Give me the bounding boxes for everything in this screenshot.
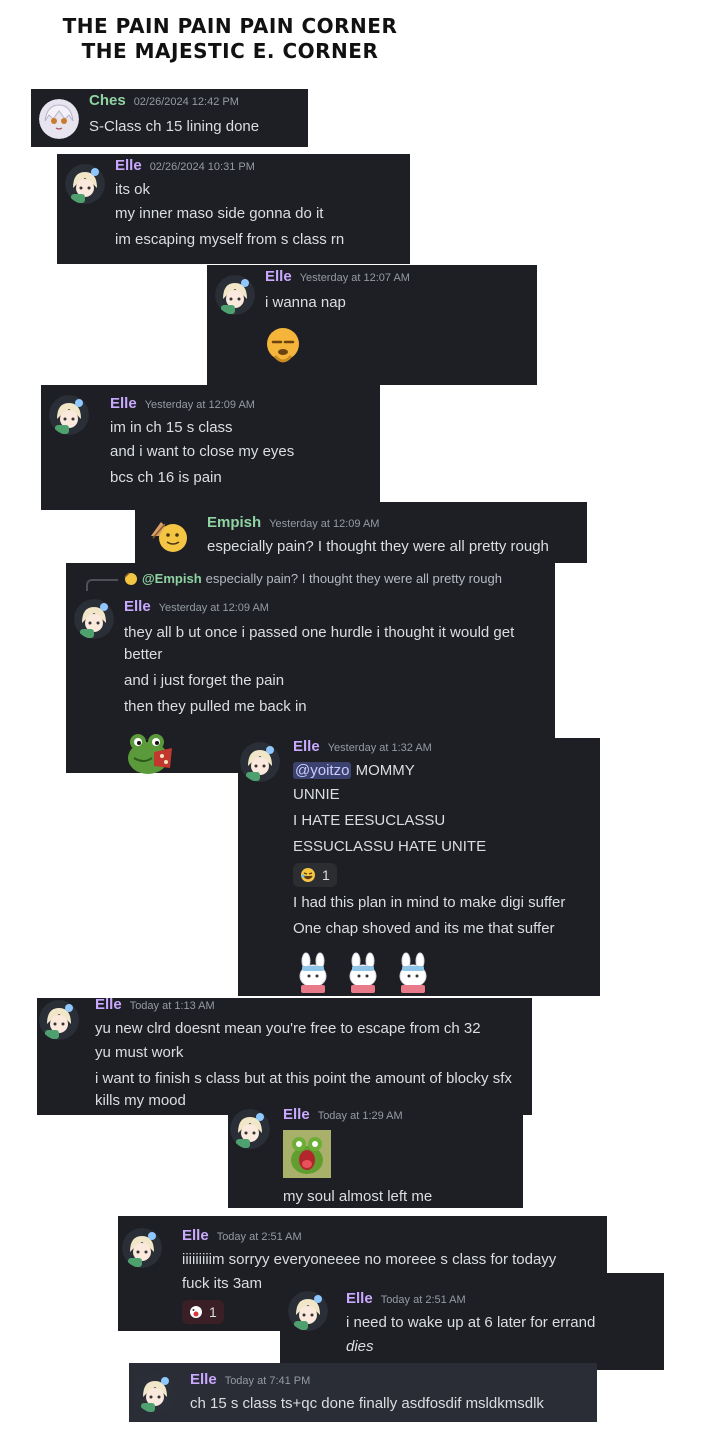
author-name[interactable]: Elle xyxy=(110,395,137,412)
bunny-sticker xyxy=(399,952,427,993)
message-line: iiiiiiiiim sorryy everyoneeee no moreee … xyxy=(182,1251,557,1268)
avatar-ches[interactable] xyxy=(39,99,79,139)
timestamp: Yesterday at 12:07 AM xyxy=(299,272,410,284)
blushing-face-icon xyxy=(190,1306,202,1318)
message-elle: Elle Yesterday at 1:32 AM @yoitzo MOMMY U… xyxy=(238,738,600,996)
message-line: my inner maso side gonna do it xyxy=(115,205,324,222)
reaction-count: 1 xyxy=(322,867,330,883)
message-elle: Elle Today at 7:41 PM ch 15 s class ts+qc… xyxy=(129,1363,597,1422)
author-name[interactable]: Elle xyxy=(265,268,292,285)
message-line: im in ch 15 s class xyxy=(110,419,233,436)
avatar-empish[interactable] xyxy=(149,514,189,554)
timestamp: Today at 2:51 AM xyxy=(380,1294,466,1306)
timestamp: Yesterday at 12:09 AM xyxy=(144,399,255,411)
message-line: i wanna nap xyxy=(265,294,346,311)
reply-connector xyxy=(86,579,118,591)
message-line: and i want to close my eyes xyxy=(110,443,295,460)
avatar-elle[interactable] xyxy=(240,742,280,782)
timestamp: Yesterday at 12:09 AM xyxy=(158,602,269,614)
message-elle: Elle 02/26/2024 10:31 PM its ok my inner … xyxy=(57,154,410,264)
message-line: dies xyxy=(346,1338,374,1355)
page-header: THE PAIN PAIN PAIN CORNER THE MAJESTIC E… xyxy=(60,14,400,64)
message-line: bcs ch 16 is pain xyxy=(110,469,222,486)
sleepy-face-emoji xyxy=(265,326,529,370)
empish-mini-avatar-icon xyxy=(124,571,137,585)
reaction-button[interactable]: 1 xyxy=(182,1300,224,1324)
avatar-elle[interactable] xyxy=(135,1373,175,1413)
message-line: its ok xyxy=(115,181,151,198)
avatar-elle[interactable] xyxy=(65,164,105,204)
message-line: UNNIE xyxy=(293,786,340,803)
message-line: ESSUCLASSU HATE UNITE xyxy=(293,838,487,855)
message-elle: Elle Yesterday at 12:09 AM im in ch 15 s … xyxy=(41,385,380,510)
avatar-elle[interactable] xyxy=(39,1000,79,1040)
author-name[interactable]: Elle xyxy=(124,598,151,615)
message-line: especially pain? I thought they were all… xyxy=(207,538,549,555)
rolling-laugh-icon xyxy=(301,868,315,882)
message-line: they all b ut once i passed one hurdle i… xyxy=(124,624,515,663)
reaction-button[interactable]: 1 xyxy=(293,863,337,887)
message-line: my soul almost left me xyxy=(283,1188,433,1205)
author-name[interactable]: Ches xyxy=(89,92,126,109)
avatar-elle[interactable] xyxy=(122,1228,162,1268)
avatar-elle[interactable] xyxy=(49,395,89,435)
timestamp: Today at 1:13 AM xyxy=(129,1000,215,1012)
message-line: i need to wake up at 6 later for errand xyxy=(346,1314,596,1331)
message-line: ch 15 s class ts+qc done finally asdfosd… xyxy=(190,1395,544,1412)
timestamp: Today at 7:41 PM xyxy=(224,1375,311,1387)
message-ches: Ches 02/26/2024 12:42 PM S-Class ch 15 li… xyxy=(31,89,308,147)
reply-text: especially pain? I thought they were all… xyxy=(205,571,502,586)
header-line-1: THE PAIN PAIN PAIN CORNER xyxy=(62,14,398,38)
reaction-count: 1 xyxy=(209,1304,217,1320)
message-line: I HATE EESUCLASSU xyxy=(293,812,446,829)
message-text: MOMMY xyxy=(351,762,415,779)
bunny-sticker xyxy=(349,952,377,993)
message-line: @yoitzo MOMMY xyxy=(293,760,592,782)
timestamp: 02/26/2024 10:31 PM xyxy=(149,161,255,173)
reply-preview[interactable]: @Empish especially pain? I thought they … xyxy=(124,571,502,586)
author-name[interactable]: Empish xyxy=(207,514,261,531)
author-name[interactable]: Elle xyxy=(346,1290,373,1307)
message-elle: Elle Today at 1:29 AM my soul almost left… xyxy=(228,1101,523,1208)
avatar-elle[interactable] xyxy=(230,1109,270,1149)
message-line: S-Class ch 15 lining done xyxy=(89,118,260,135)
message-line: I had this plan in mind to make digi suf… xyxy=(293,894,566,911)
user-mention[interactable]: @yoitzo xyxy=(293,762,352,779)
message-elle: Elle Yesterday at 12:07 AM i wanna nap xyxy=(207,265,537,385)
timestamp: Today at 2:51 AM xyxy=(216,1231,302,1243)
author-name[interactable]: Elle xyxy=(95,996,122,1013)
message-line: im escaping myself from s class rn xyxy=(115,231,345,248)
sticker-row xyxy=(293,952,592,994)
avatar-elle[interactable] xyxy=(288,1291,328,1331)
bunny-sticker xyxy=(299,952,327,993)
message-elle: Elle Today at 1:13 AM yu new clrd doesnt … xyxy=(37,996,532,1115)
message-line: yu must work xyxy=(95,1044,184,1061)
author-name[interactable]: Elle xyxy=(293,738,320,755)
message-empish: Empish Yesterday at 12:09 AM especially p… xyxy=(135,502,587,563)
message-elle: Elle Today at 2:51 AM i need to wake up a… xyxy=(280,1273,664,1370)
avatar-elle[interactable] xyxy=(74,599,114,639)
message-line: then they pulled me back in xyxy=(124,698,307,715)
kermit-scream-gif[interactable] xyxy=(283,1130,515,1182)
message-line: yu new clrd doesnt mean you're free to e… xyxy=(95,1020,481,1037)
header-line-2: THE MAJESTIC E. CORNER xyxy=(81,39,379,63)
avatar-elle[interactable] xyxy=(215,275,255,315)
author-name[interactable]: Elle xyxy=(115,157,142,174)
timestamp: Today at 1:29 AM xyxy=(317,1110,403,1122)
message-line: One chap shoved and its me that suffer xyxy=(293,920,555,937)
reply-author[interactable]: @Empish xyxy=(142,571,202,586)
timestamp: Yesterday at 12:09 AM xyxy=(269,518,380,530)
timestamp: Yesterday at 1:32 AM xyxy=(327,742,432,754)
message-line: and i just forget the pain xyxy=(124,672,285,689)
author-name[interactable]: Elle xyxy=(190,1371,217,1388)
author-name[interactable]: Elle xyxy=(283,1106,310,1123)
author-name[interactable]: Elle xyxy=(182,1227,209,1244)
timestamp: 02/26/2024 12:42 PM xyxy=(133,96,239,108)
